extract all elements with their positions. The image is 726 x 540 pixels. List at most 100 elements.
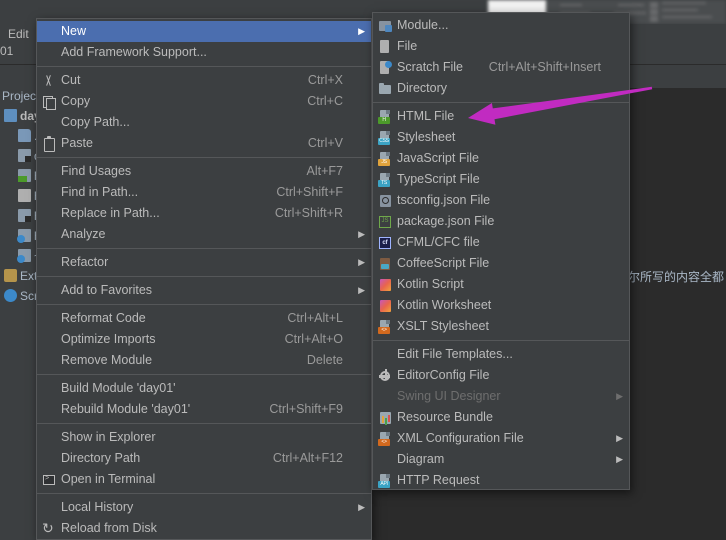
no-icon (41, 381, 57, 397)
menu-item-rebuild-module-day01[interactable]: Rebuild Module 'day01' Ctrl+Shift+F9 (37, 399, 371, 420)
menu-item-local-history[interactable]: Local History ▶ (37, 497, 371, 518)
menu-item-reformat-code[interactable]: Reformat Code Ctrl+Alt+L (37, 308, 371, 329)
menu-item-new[interactable]: New ▶ (37, 21, 371, 42)
menu-item-replace-in-path[interactable]: Replace in Path... Ctrl+Shift+R (37, 203, 371, 224)
submenu-chevron-icon: ▶ (616, 433, 623, 443)
no-icon (41, 164, 57, 180)
menu-item-html-file[interactable]: H HTML File (373, 106, 629, 127)
module-icon (4, 109, 17, 122)
project-tool-window-label: Project (2, 89, 40, 103)
menu-item-tsconfig-json-file[interactable]: tsconfig.json File (373, 190, 629, 211)
menu-item-accelerator: Ctrl+Shift+F (276, 185, 343, 199)
menu-item-stylesheet[interactable]: CSS Stylesheet (373, 127, 629, 148)
no-icon (41, 451, 57, 467)
menu-item-scratch-file[interactable]: Scratch File Ctrl+Alt+Shift+Insert (373, 57, 629, 78)
menu-item-accelerator: Ctrl+Shift+F9 (269, 402, 343, 416)
menu-item-label: CoffeeScript File (397, 256, 490, 270)
menu-item-label: Kotlin Worksheet (397, 298, 492, 312)
menu-item-label: Find in Path... (61, 185, 139, 199)
menu-item-label: Open in Terminal (61, 472, 156, 486)
menu-item-accelerator: Ctrl+Shift+R (274, 206, 343, 220)
menu-item-label: Reformat Code (61, 311, 146, 325)
menu-item-accelerator: Ctrl+Alt+F12 (272, 451, 343, 465)
menu-item-label: HTTP Request (397, 473, 480, 487)
menu-item-label: Reload from Disk (61, 521, 157, 535)
submenu-chevron-icon: ▶ (616, 391, 623, 401)
scissors-icon (41, 73, 57, 89)
menu-item-label: Optimize Imports (61, 332, 156, 346)
menu-item-xml-configuration-file[interactable]: <> XML Configuration File ▶ (373, 428, 629, 449)
menu-item-add-framework-support[interactable]: Add Framework Support... (37, 42, 371, 63)
library-icon (4, 269, 17, 282)
menu-item-editorconfig-file[interactable]: EditorConfig File (373, 365, 629, 386)
menu-separator (37, 304, 371, 305)
menu-item-analyze[interactable]: Analyze ▶ (37, 224, 371, 245)
xslt-file-icon: <> (377, 319, 393, 335)
menu-item-find-in-path[interactable]: Find in Path... Ctrl+Shift+F (37, 182, 371, 203)
menu-item-label: Resource Bundle (397, 410, 493, 424)
menu-item-refactor[interactable]: Refactor ▶ (37, 252, 371, 273)
kotlin-icon (377, 298, 393, 314)
menu-item-cut[interactable]: Cut Ctrl+X (37, 70, 371, 91)
menu-item-label: Paste (61, 136, 93, 150)
menu-item-module[interactable]: Module... (373, 15, 629, 36)
menu-item-label: Module... (397, 18, 449, 32)
menu-item-accelerator: Ctrl+Alt+L (287, 311, 343, 325)
menu-item-add-to-favorites[interactable]: Add to Favorites ▶ (37, 280, 371, 301)
menu-item-package-json-file[interactable]: JS package.json File (373, 211, 629, 232)
menu-item-directory[interactable]: Directory (373, 78, 629, 99)
menu-item-label: Diagram (397, 452, 445, 466)
menu-item-copy-path[interactable]: Copy Path... (37, 112, 371, 133)
menu-item-edit-file-templates[interactable]: Edit File Templates... (373, 344, 629, 365)
menu-item-remove-module[interactable]: Remove Module Delete (37, 350, 371, 371)
ts-file-icon: TS (377, 172, 393, 188)
module-icon (377, 18, 393, 34)
menu-item-label: tsconfig.json File (397, 193, 491, 207)
menu-item-label: XSLT Stylesheet (397, 319, 489, 333)
menu-item-cfml-cfc-file[interactable]: cf CFML/CFC file (373, 232, 629, 253)
menubar-item-edit[interactable]: Edit (8, 27, 29, 41)
editor-text-fragment: 尔所写的内容全都 (628, 270, 725, 284)
no-icon (41, 311, 57, 327)
menu-item-directory-path[interactable]: Directory Path Ctrl+Alt+F12 (37, 448, 371, 469)
coldfusion-icon: cf (377, 235, 393, 251)
menu-item-resource-bundle[interactable]: Resource Bundle (373, 407, 629, 428)
menu-item-coffeescript-file[interactable]: CoffeeScript File (373, 253, 629, 274)
menu-item-open-in-terminal[interactable]: Open in Terminal (37, 469, 371, 490)
gear-icon (377, 368, 393, 384)
no-icon (41, 430, 57, 446)
menu-item-label: Scratch File (397, 60, 463, 74)
project-context-menu[interactable]: New ▶ Add Framework Support... Cut Ctrl+X Cop… (36, 18, 372, 540)
breadcrumb: 01 (0, 44, 14, 58)
menu-item-label: Remove Module (61, 353, 153, 367)
menu-item-show-in-explorer[interactable]: Show in Explorer (37, 427, 371, 448)
menu-item-http-request[interactable]: API HTTP Request (373, 470, 629, 491)
menu-item-kotlin-script[interactable]: Kotlin Script (373, 274, 629, 295)
menu-item-copy[interactable]: Copy Ctrl+C (37, 91, 371, 112)
css-file-icon: CSS (377, 130, 393, 146)
file-icon (18, 209, 31, 222)
new-submenu[interactable]: Module... File Scratch File Ctrl+Alt+Shift+… (372, 12, 630, 490)
menu-separator (373, 340, 629, 341)
menu-separator (37, 157, 371, 158)
menu-item-find-usages[interactable]: Find Usages Alt+F7 (37, 161, 371, 182)
menu-item-typescript-file[interactable]: TS TypeScript File (373, 169, 629, 190)
menu-item-file[interactable]: File (373, 36, 629, 57)
menu-item-diagram[interactable]: Diagram ▶ (373, 449, 629, 470)
menu-item-label: Refactor (61, 255, 109, 269)
menu-item-optimize-imports[interactable]: Optimize Imports Ctrl+Alt+O (37, 329, 371, 350)
menu-item-build-module-day01[interactable]: Build Module 'day01' (37, 378, 371, 399)
menu-item-label: Build Module 'day01' (61, 381, 176, 395)
submenu-chevron-icon: ▶ (358, 229, 365, 239)
menu-item-reload-from-disk[interactable]: Reload from Disk (37, 518, 371, 539)
menu-item-xslt-stylesheet[interactable]: <> XSLT Stylesheet (373, 316, 629, 337)
submenu-chevron-icon: ▶ (616, 454, 623, 464)
menu-item-javascript-file[interactable]: JS JavaScript File (373, 148, 629, 169)
menu-item-kotlin-worksheet[interactable]: Kotlin Worksheet (373, 295, 629, 316)
menu-item-paste[interactable]: Paste Ctrl+V (37, 133, 371, 154)
no-icon (41, 402, 57, 418)
menubar-item-edit-label: Edit (8, 27, 29, 41)
menu-item-label: Analyze (61, 227, 106, 241)
copy-icon (41, 94, 57, 110)
scratch-file-icon (377, 60, 393, 76)
